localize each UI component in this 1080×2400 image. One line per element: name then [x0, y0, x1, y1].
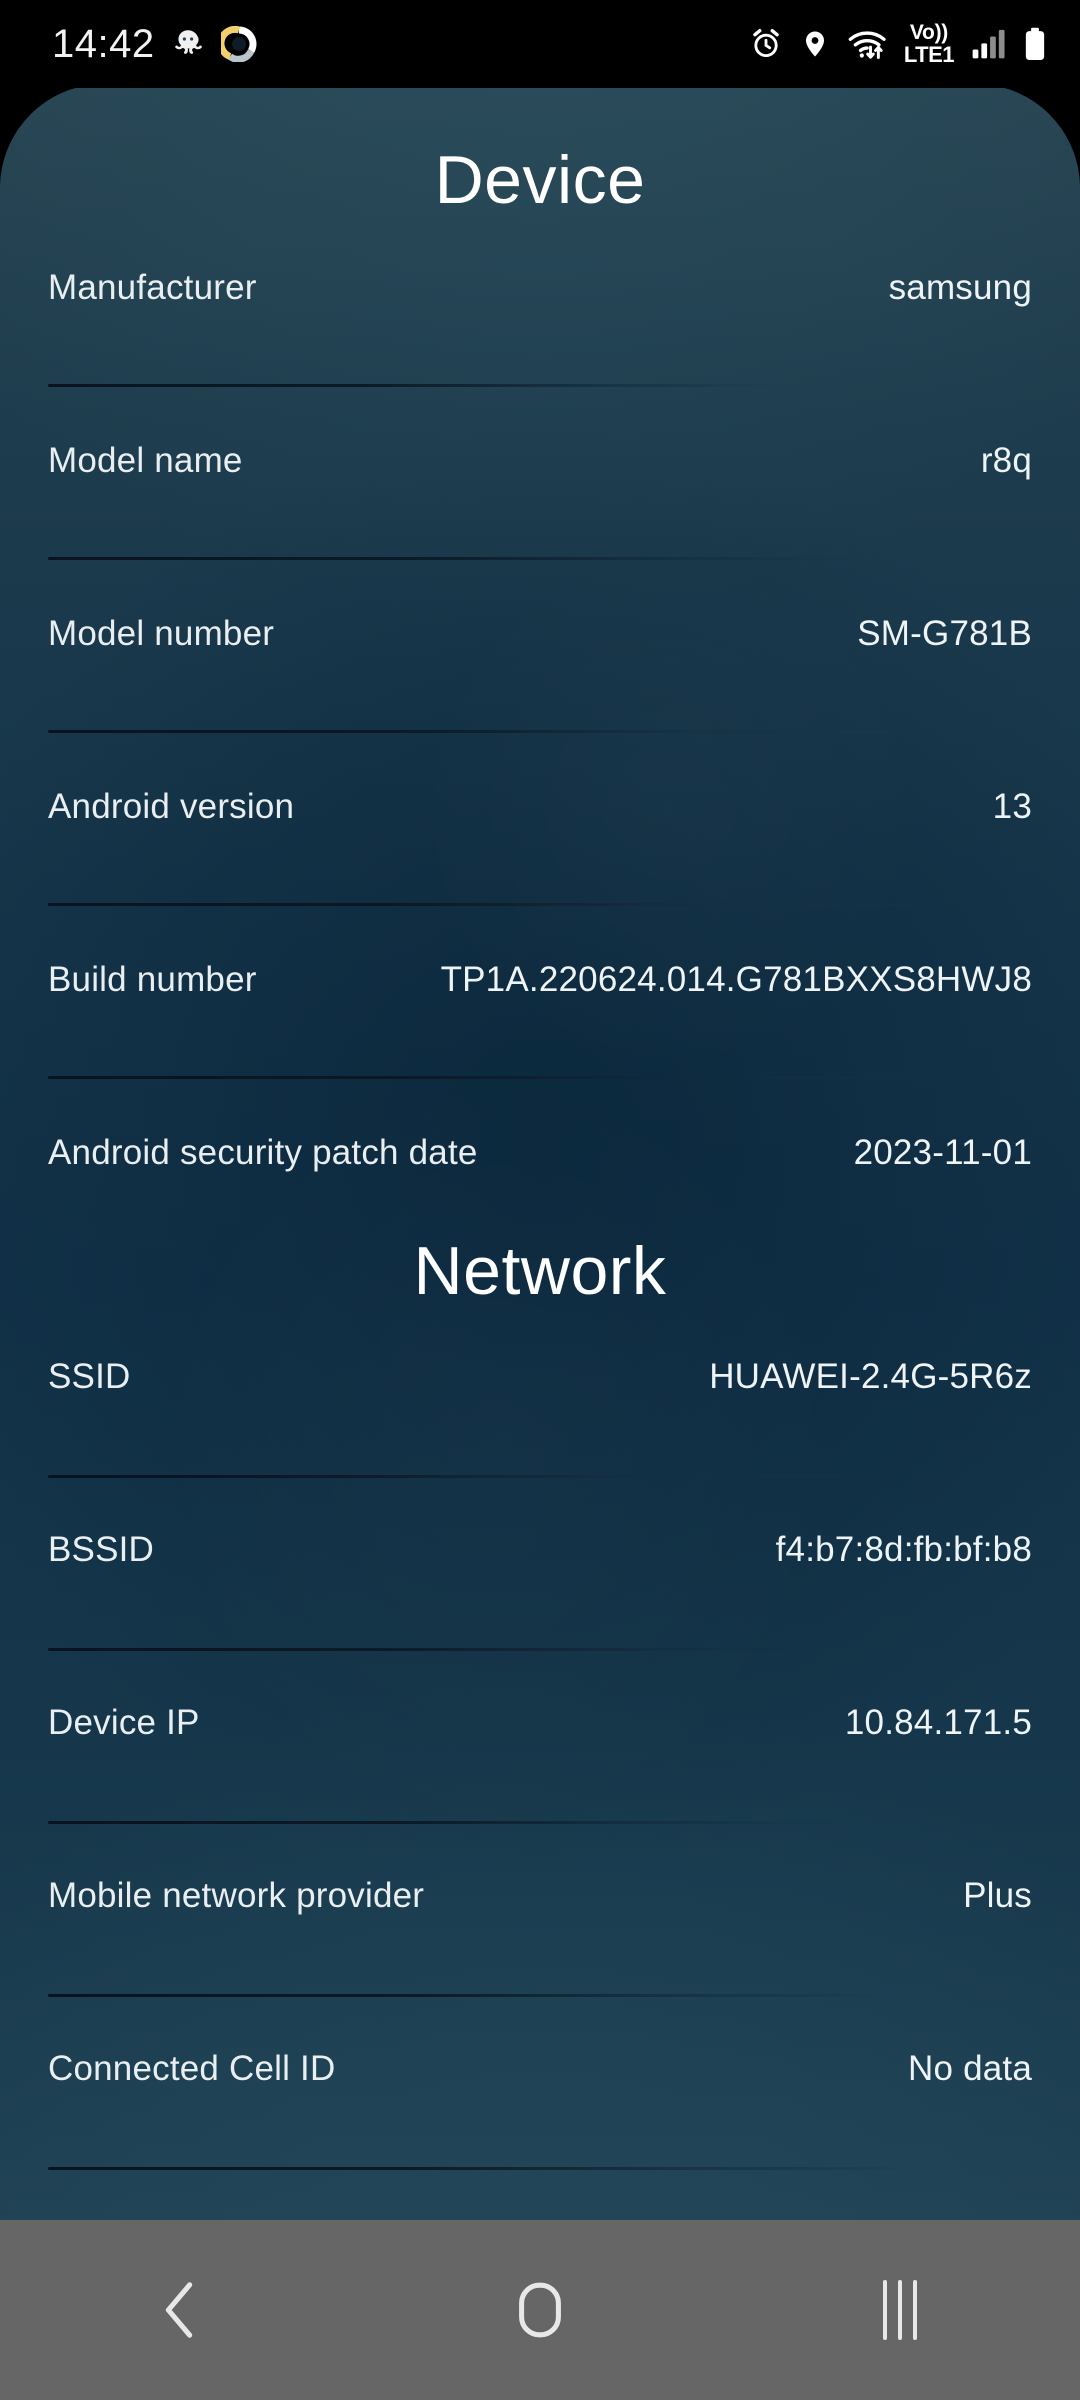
- phone-screen: 14:42 Vo)) LTE1 Device Manufacturer sams…: [0, 0, 1080, 2400]
- table-row[interactable]: Android version 13: [48, 787, 1032, 827]
- row-divider: [48, 384, 858, 387]
- octopus-icon: [174, 30, 202, 54]
- row-value-security-patch: 2023-11-01: [853, 1133, 1032, 1172]
- device-info-list: Manufacturer samsung Model name r8q Mode…: [48, 268, 1032, 1173]
- row-value-cell-id: No data: [908, 2049, 1032, 2088]
- nav-back-button[interactable]: [0, 2220, 360, 2400]
- alarm-icon: [753, 28, 779, 58]
- row-divider: [48, 1821, 928, 1824]
- home-square-icon: [519, 2282, 561, 2338]
- section-title-network: Network: [413, 1233, 667, 1309]
- nav-recents-button[interactable]: [720, 2220, 1080, 2400]
- row-value-build-number: TP1A.220624.014.G781BXXS8HWJ8: [440, 960, 1032, 999]
- row-divider: [48, 1076, 948, 1079]
- row-divider: [48, 557, 938, 560]
- location-pin-icon: [805, 31, 824, 57]
- row-label-android-version: Android version: [48, 787, 295, 826]
- row-divider: [48, 903, 948, 906]
- row-label-device-ip: Device IP: [48, 1703, 200, 1742]
- system-navigation-bar: [0, 2220, 1080, 2400]
- network-info-list: SSID HUAWEI-2.4G-5R6z BSSID f4:b7:8d:fb:…: [48, 1357, 1032, 2170]
- row-divider: [48, 1475, 878, 1478]
- row-label-bssid: BSSID: [48, 1530, 155, 1569]
- row-value-android-version: 13: [992, 787, 1032, 826]
- table-row[interactable]: Build number TP1A.220624.014.G781BXXS8HW…: [48, 960, 1032, 1000]
- table-row[interactable]: Manufacturer samsung: [48, 268, 1032, 308]
- row-value-bssid: f4:b7:8d:fb:bf:b8: [775, 1530, 1032, 1569]
- battery-icon: [1025, 27, 1045, 60]
- orbit-ring-icon: [220, 26, 257, 62]
- info-card: Device Manufacturer samsung Model name r…: [0, 84, 1080, 2220]
- table-row[interactable]: Model name r8q: [48, 441, 1032, 481]
- row-value-mobile-provider: Plus: [963, 1876, 1032, 1915]
- status-bar-right: Vo)) LTE1: [749, 22, 1046, 66]
- row-divider: [48, 730, 928, 733]
- row-label-model-name: Model name: [48, 441, 243, 480]
- row-label-manufacturer: Manufacturer: [48, 268, 257, 307]
- row-value-model-number: SM-G781B: [857, 614, 1032, 653]
- row-label-ssid: SSID: [48, 1357, 131, 1396]
- back-chevron-icon: [165, 2282, 193, 2338]
- table-row[interactable]: Device IP 10.84.171.5: [48, 1703, 1032, 1743]
- row-divider: [48, 2167, 988, 2170]
- row-value-ssid: HUAWEI-2.4G-5R6z: [709, 1357, 1032, 1396]
- table-row[interactable]: Android security patch date 2023-11-01: [48, 1133, 1032, 1173]
- row-label-model-number: Model number: [48, 614, 275, 653]
- row-divider: [48, 1648, 928, 1651]
- scroll-container[interactable]: Device Manufacturer samsung Model name r…: [0, 84, 1080, 2220]
- recents-bars-icon: [883, 2280, 917, 2340]
- table-row[interactable]: BSSID f4:b7:8d:fb:bf:b8: [48, 1530, 1032, 1570]
- status-bar: 14:42 Vo)) LTE1: [0, 0, 1080, 88]
- row-label-mobile-provider: Mobile network provider: [48, 1876, 425, 1915]
- signal-bars-icon: [972, 29, 1005, 59]
- volte-top-label: Vo)): [909, 21, 948, 44]
- volte-icon: Vo)) LTE1: [903, 21, 955, 67]
- row-value-model-name: r8q: [980, 441, 1032, 480]
- volte-bottom-label: LTE1: [903, 42, 955, 67]
- row-label-cell-id: Connected Cell ID: [48, 2049, 336, 2088]
- row-label-security-patch: Android security patch date: [48, 1133, 478, 1172]
- table-row[interactable]: Mobile network provider Plus: [48, 1876, 1032, 1916]
- table-row[interactable]: Model number SM-G781B: [48, 614, 1032, 654]
- nav-home-button[interactable]: [360, 2220, 720, 2400]
- status-bar-clock: 14:42: [52, 21, 155, 66]
- table-row[interactable]: Connected Cell ID No data: [48, 2049, 1032, 2089]
- row-value-manufacturer: samsung: [888, 268, 1032, 307]
- row-divider: [48, 1994, 968, 1997]
- table-row[interactable]: SSID HUAWEI-2.4G-5R6z: [48, 1357, 1032, 1397]
- wifi-transfer-icon: [848, 31, 886, 59]
- section-title-device: Device: [434, 142, 646, 218]
- row-label-build-number: Build number: [48, 960, 257, 999]
- row-value-device-ip: 10.84.171.5: [844, 1703, 1032, 1742]
- status-bar-left: 14:42: [52, 22, 257, 67]
